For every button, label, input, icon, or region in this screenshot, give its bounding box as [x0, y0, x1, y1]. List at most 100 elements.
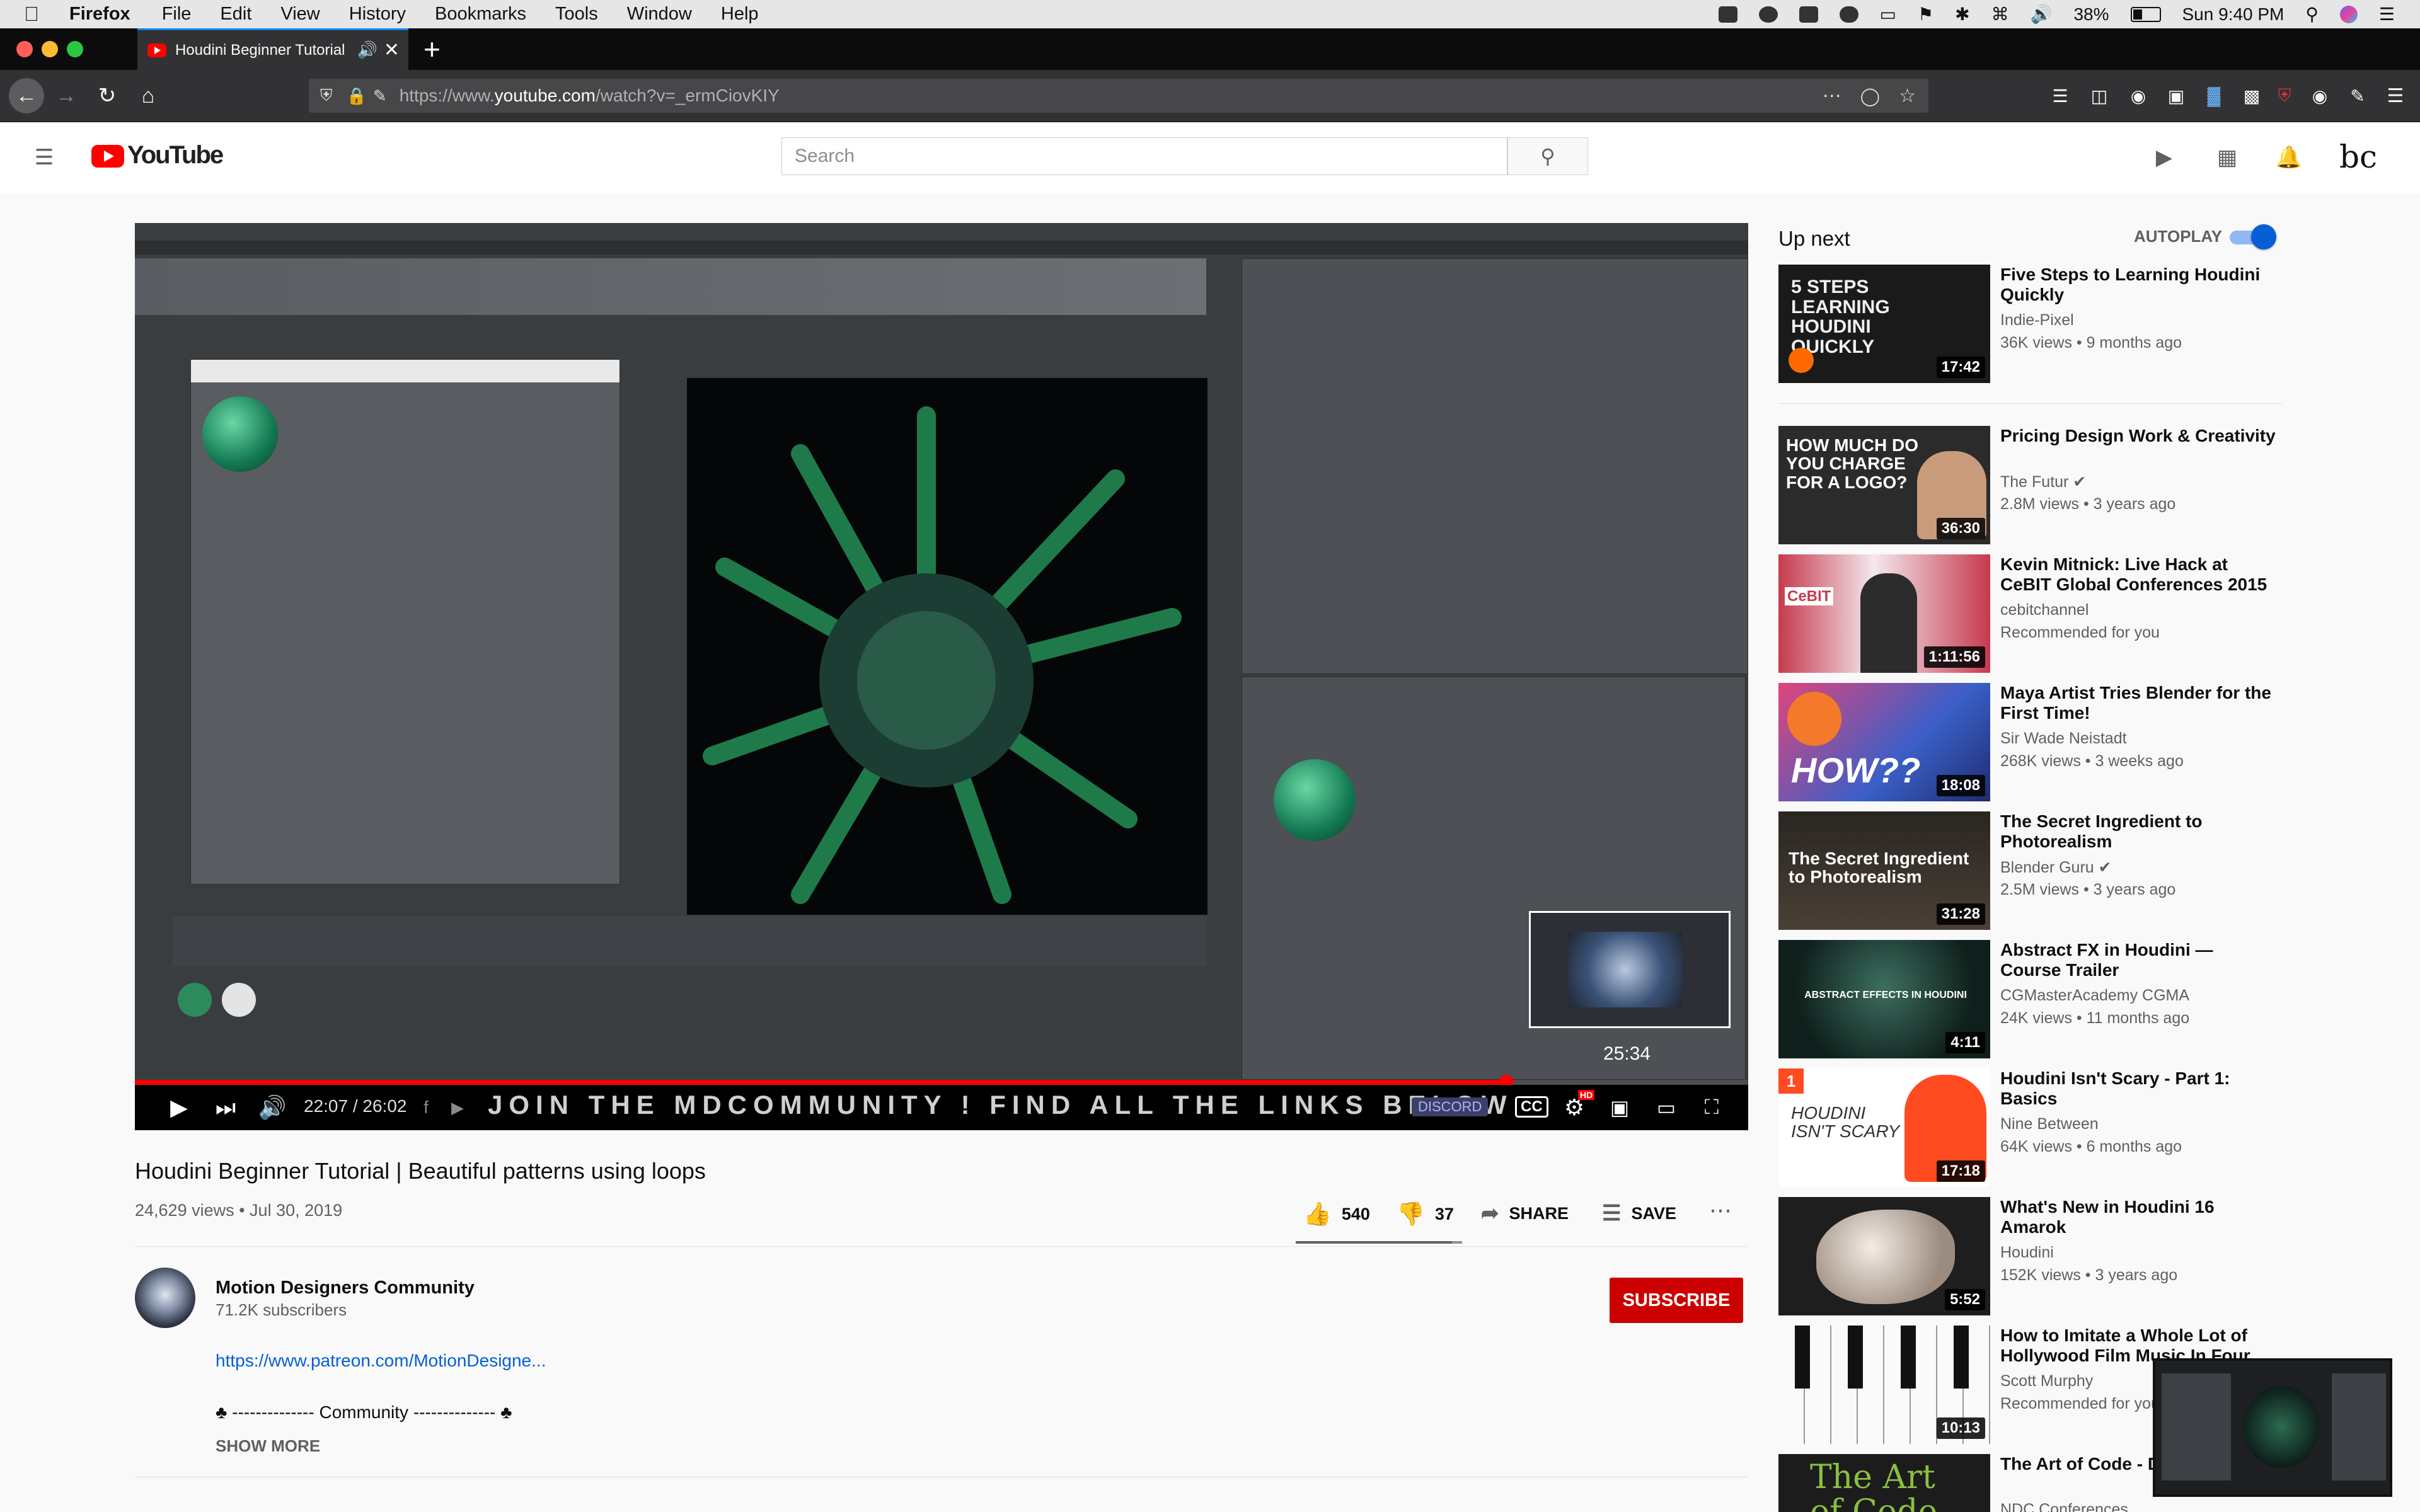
theater-mode-icon[interactable]: ▭ — [1650, 1091, 1683, 1124]
video-thumbnail[interactable]: 10:13 — [1778, 1326, 1990, 1444]
search-button[interactable]: ⚲ — [1507, 137, 1588, 175]
recommended-title[interactable]: Abstract FX in Houdini — Course Trailer — [2000, 940, 2278, 980]
recommended-title[interactable]: What's New in Houdini 16 Amarok — [2000, 1197, 2278, 1237]
video-thumbnail[interactable]: 5:52 — [1778, 1197, 1990, 1315]
window-zoom-button[interactable] — [67, 41, 83, 57]
menu-view[interactable]: View — [280, 4, 320, 25]
wifi-icon[interactable]: ⌘ — [1991, 4, 2009, 25]
miniplayer-icon[interactable]: ▣ — [1603, 1091, 1636, 1124]
recommended-channel[interactable]: NDC Conferences — [2000, 1501, 2128, 1512]
ublock-icon[interactable]: ⛨ — [2269, 80, 2300, 112]
window-minimize-button[interactable] — [42, 41, 58, 57]
show-more-button[interactable]: SHOW MORE — [216, 1436, 320, 1456]
spotlight-search-icon[interactable]: ⚲ — [2305, 4, 2319, 25]
video-thumbnail[interactable]: HOW MUCH DO YOU CHARGE FOR A LOGO? 36:30 — [1778, 426, 1990, 544]
bluetooth-icon[interactable]: ✱ — [1955, 4, 1969, 25]
recommended-channel[interactable]: CGMasterAcademy CGMA — [2000, 987, 2189, 1005]
menubar-clock[interactable]: Sun 9:40 PM — [2182, 4, 2285, 25]
apple-menu-icon[interactable]:  — [24, 3, 39, 26]
extension-pen-icon[interactable]: ✎ — [2342, 80, 2373, 112]
recommended-video[interactable]: CeBIT 1:11:56 Kevin Mitnick: Live Hack a… — [1778, 554, 2333, 678]
new-tab-button[interactable]: + — [424, 32, 441, 66]
menu-hamburger-icon[interactable]: ☰ — [2380, 80, 2411, 112]
dislike-button[interactable]: 👎 37 — [1397, 1201, 1454, 1227]
url-text[interactable]: https://www.youtube.com/watch?v=_ermCiov… — [400, 86, 780, 106]
back-button[interactable]: ← — [9, 78, 44, 113]
mute-button[interactable]: 🔊 — [256, 1091, 289, 1124]
recommended-title[interactable]: Pricing Design Work & Creativity — [2000, 426, 2278, 446]
recommended-channel[interactable]: Scott Murphy — [2000, 1372, 2093, 1390]
recommended-channel[interactable]: Indie-Pixel — [2000, 311, 2074, 329]
recommended-channel[interactable]: Blender Guru ✔ — [2000, 858, 2112, 877]
recommended-video[interactable]: 5 STEPS LEARNING HOUDINI QUICKLY 17:42 F… — [1778, 265, 2333, 388]
video-thumbnail[interactable]: ABSTRACT EFFECTS IN HOUDINI 4:11 — [1778, 940, 1990, 1058]
menu-history[interactable]: History — [349, 4, 406, 25]
guide-menu-icon[interactable]: ☰ — [32, 145, 57, 170]
subscribe-button[interactable]: SUBSCRIBE — [1610, 1278, 1743, 1323]
siri-icon[interactable] — [2339, 5, 2358, 23]
permissions-icon[interactable]: ✎ — [373, 86, 387, 106]
video-thumbnail[interactable]: The Secret Ingredient to Photorealism 31… — [1778, 811, 1990, 930]
menu-window[interactable]: Window — [627, 4, 692, 25]
pocket-icon[interactable]: ◯ — [1860, 86, 1880, 106]
library-icon[interactable]: ☰ — [2044, 80, 2076, 112]
extension-icon[interactable]: ▣ — [2160, 80, 2192, 112]
recommended-channel[interactable]: Sir Wade Neistadt — [2000, 730, 2127, 748]
youtube-logo-text[interactable]: YouTube — [127, 141, 224, 169]
save-button[interactable]: ☰ SAVE — [1602, 1201, 1676, 1226]
reload-button[interactable]: ↻ — [91, 80, 123, 112]
sidebar-icon[interactable]: ◫ — [2083, 80, 2115, 112]
tray-app-icon[interactable] — [1718, 6, 1737, 23]
channel-name[interactable]: Motion Designers Community — [216, 1278, 475, 1298]
create-video-icon[interactable]: ▶ — [2152, 145, 2177, 170]
recommended-channel[interactable]: The Futur ✔ — [2000, 472, 2086, 491]
battery-icon[interactable] — [2130, 6, 2161, 22]
captions-button[interactable]: CC — [1515, 1096, 1548, 1118]
tracking-shield-icon[interactable]: ⛨ — [320, 86, 333, 106]
video-thumbnail[interactable]: The Art of Code — [1778, 1454, 1990, 1512]
recommended-title[interactable]: The Secret Ingredient to Photorealism — [2000, 811, 2278, 852]
volume-icon[interactable]: 🔊 — [2031, 4, 2053, 25]
extension-puzzle-icon[interactable]: ◉ — [2304, 80, 2336, 112]
picture-in-picture-window[interactable] — [2153, 1358, 2392, 1497]
flag-icon[interactable]: ⚑ — [1918, 4, 1933, 25]
extension-box-icon[interactable]: ▩ — [2236, 80, 2267, 112]
description-link[interactable]: https://www.patreon.com/MotionDesigne... — [216, 1351, 546, 1371]
menu-file[interactable]: File — [162, 4, 192, 25]
recommended-video[interactable]: 1 HOUDINI ISN'T SCARY 17:18 Houdini Isn'… — [1778, 1068, 2333, 1192]
fullscreen-icon[interactable]: ⛶ — [1695, 1091, 1728, 1124]
recommended-title[interactable]: Maya Artist Tries Blender for the First … — [2000, 683, 2278, 723]
url-bar[interactable]: ⛨ 🔒 ✎ https://www.youtube.com/watch?v=_e… — [309, 79, 1928, 113]
menu-edit[interactable]: Edit — [220, 4, 251, 25]
video-player[interactable]: 25:34 ▶ ⏭ 🔊 22:07 / 26:02 f ▶ JOIN THE M… — [135, 223, 1748, 1130]
menu-bookmarks[interactable]: Bookmarks — [435, 4, 526, 25]
video-thumbnail[interactable]: CeBIT 1:11:56 — [1778, 554, 1990, 673]
recommended-channel[interactable]: cebitchannel — [2000, 601, 2089, 619]
battery-percent[interactable]: 38% — [2073, 4, 2109, 25]
youtube-logo-icon[interactable] — [91, 145, 124, 168]
browser-tab[interactable]: Houdini Beginner Tutorial | B 🔊 ✕ — [137, 28, 408, 70]
recommended-video[interactable]: ABSTRACT EFFECTS IN HOUDINI 4:11 Abstrac… — [1778, 940, 2333, 1063]
account-icon[interactable]: ◉ — [2123, 80, 2154, 112]
page-actions-icon[interactable]: ⋯ — [1823, 85, 1841, 107]
autoplay-toggle[interactable] — [2227, 224, 2276, 249]
recommended-title[interactable]: Houdini Isn't Scary - Part 1: Basics — [2000, 1068, 2278, 1109]
window-close-button[interactable] — [16, 41, 33, 57]
menu-help[interactable]: Help — [721, 4, 759, 25]
recommended-video[interactable]: HOW MUCH DO YOU CHARGE FOR A LOGO? 36:30… — [1778, 426, 2333, 549]
next-button[interactable]: ⏭ — [209, 1091, 242, 1124]
video-thumbnail[interactable]: 1 HOUDINI ISN'T SCARY 17:18 — [1778, 1068, 1990, 1187]
creative-cloud-icon[interactable] — [1758, 6, 1778, 23]
apps-grid-icon[interactable]: ▦ — [2215, 145, 2240, 170]
notification-center-icon[interactable]: ☰ — [2379, 4, 2395, 25]
search-input[interactable] — [781, 137, 1507, 175]
recommended-video[interactable]: HOW?? 18:08 Maya Artist Tries Blender fo… — [1778, 683, 2333, 806]
more-actions-icon[interactable]: ⋯ — [1709, 1197, 1732, 1223]
video-thumbnail[interactable]: 5 STEPS LEARNING HOUDINI QUICKLY 17:42 — [1778, 265, 1990, 383]
recommended-video[interactable]: The Secret Ingredient to Photorealism 31… — [1778, 811, 2333, 935]
video-thumbnail[interactable]: HOW?? 18:08 — [1778, 683, 1990, 801]
tab-close-icon[interactable]: ✕ — [384, 39, 400, 61]
like-button[interactable]: 👍 540 — [1303, 1201, 1370, 1227]
menu-app-name[interactable]: Firefox — [69, 4, 130, 25]
airplay-icon[interactable]: ▭ — [1880, 4, 1896, 25]
